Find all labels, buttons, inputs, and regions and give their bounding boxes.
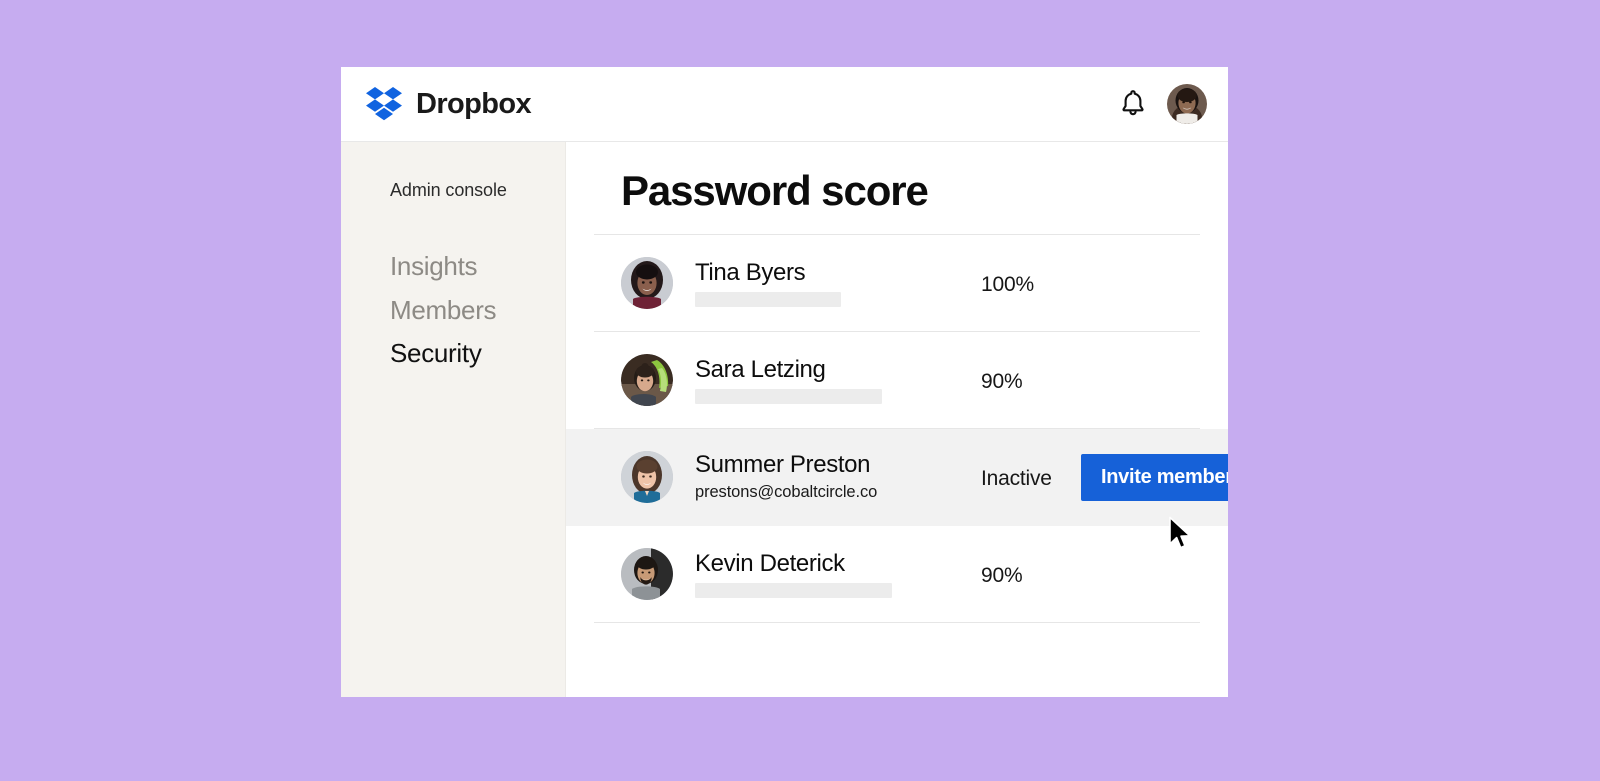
table-row[interactable]: Tina Byers 100% bbox=[594, 235, 1200, 333]
dropbox-brand[interactable]: Dropbox bbox=[365, 86, 532, 122]
member-avatar-sara-letzing bbox=[621, 354, 673, 407]
bell-icon bbox=[1120, 89, 1146, 120]
user-avatar-button[interactable] bbox=[1167, 84, 1207, 124]
table-row[interactable]: Kevin Deterick 90% bbox=[594, 526, 1200, 624]
member-email-redacted bbox=[695, 388, 882, 404]
member-avatar-kevin-deterick bbox=[621, 548, 673, 601]
member-avatar-summer-preston bbox=[621, 451, 673, 504]
invite-member-button[interactable]: Invite member bbox=[1081, 453, 1228, 501]
sidebar-item-members[interactable]: Members bbox=[390, 295, 565, 325]
user-avatar bbox=[1167, 84, 1207, 124]
top-navigation-bar: Dropbox bbox=[341, 67, 1228, 142]
main-content: Password score Tina Byers 100% Sara Letz… bbox=[566, 142, 1228, 697]
member-email-redacted bbox=[695, 582, 892, 598]
sidebar: Admin console Insights Members Security bbox=[341, 142, 566, 697]
member-avatar-tina-byers bbox=[621, 257, 673, 310]
member-name: Sara Letzing bbox=[695, 356, 826, 384]
page-title: Password score bbox=[621, 167, 929, 214]
password-score-value: 90% bbox=[981, 564, 1023, 588]
sidebar-item-insights[interactable]: Insights bbox=[390, 252, 565, 281]
sidebar-item-security[interactable]: Security bbox=[390, 339, 565, 368]
member-name: Tina Byers bbox=[695, 259, 806, 287]
topbar-actions bbox=[1118, 84, 1207, 124]
member-name: Summer Preston bbox=[695, 450, 871, 478]
sidebar-nav: Insights Members Security bbox=[390, 252, 565, 368]
member-identity: Summer Preston prestons@cobaltcircle.co bbox=[695, 451, 981, 503]
row-action-slot: Invite member bbox=[1081, 453, 1228, 501]
member-email-redacted bbox=[695, 291, 841, 307]
password-score-value: 90% bbox=[981, 370, 1023, 394]
notifications-button[interactable] bbox=[1118, 89, 1148, 119]
password-score-list: Tina Byers 100% Sara Letzing 90% Summer … bbox=[566, 234, 1228, 624]
member-identity: Tina Byers bbox=[695, 259, 981, 307]
dropbox-logo-icon bbox=[365, 86, 405, 122]
brand-name: Dropbox bbox=[416, 87, 532, 120]
member-identity: Sara Letzing bbox=[695, 356, 981, 404]
table-row[interactable]: Sara Letzing 90% bbox=[594, 332, 1200, 430]
table-row-highlighted[interactable]: Summer Preston prestons@cobaltcircle.co … bbox=[566, 429, 1228, 527]
member-status: Inactive bbox=[981, 467, 1052, 491]
member-name: Kevin Deterick bbox=[695, 550, 845, 578]
sidebar-heading: Admin console bbox=[390, 180, 507, 200]
member-identity: Kevin Deterick bbox=[695, 550, 981, 598]
dropbox-admin-window: Dropbox Admin console Insights Members S… bbox=[341, 67, 1228, 697]
app-body: Admin console Insights Members Security … bbox=[341, 142, 1228, 697]
member-email: prestons@cobaltcircle.co bbox=[695, 483, 878, 502]
password-score-value: 100% bbox=[981, 273, 1034, 297]
